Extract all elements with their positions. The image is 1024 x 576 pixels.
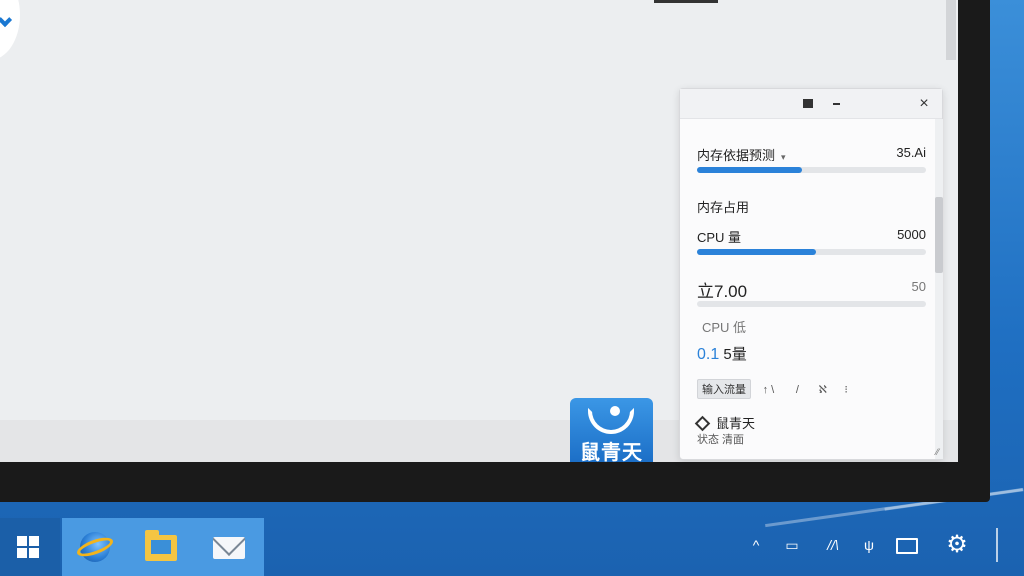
mail-taskbar-button[interactable]	[210, 528, 248, 566]
app-status-row: 状态 清面	[697, 431, 926, 447]
resource-monitor-panel: × 内存依据预测 ▾ 35.Ai 内存占用 CPU 量 5000 立7.00 5…	[679, 88, 943, 460]
pin-icon	[803, 99, 813, 108]
input-traffic-chip[interactable]: 输入流量	[697, 379, 751, 399]
cpu-label: CPU 量	[697, 230, 742, 245]
cpu-reading-row: 0.1 5量	[697, 343, 926, 365]
folder-doc-icon	[151, 540, 171, 554]
traffic-row: 输入流量 ↑ \ / ℵ ⁝	[697, 379, 926, 399]
action-center-icon	[896, 538, 918, 555]
memory-limit-row[interactable]: 内存依据预测 ▾ 35.Ai	[697, 145, 926, 163]
dropdown-caret-icon[interactable]: ▾	[781, 152, 786, 162]
cpu-reading-number: 0.1	[697, 346, 720, 363]
wifi-icon: ψ	[864, 537, 874, 553]
slash-icon: /	[795, 384, 799, 396]
cpu-sub-row: CPU 低	[697, 317, 926, 335]
memory-usage-label: 内存占用	[697, 200, 750, 215]
cpu-row: CPU 量 5000	[697, 227, 926, 245]
battery-tray-button[interactable]: ▭	[780, 530, 804, 560]
stat-right-value: 50	[911, 279, 926, 294]
show-desktop-button[interactable]	[996, 528, 998, 562]
cpu-bar-fill	[697, 249, 817, 255]
battery-icon: ▭	[785, 537, 799, 553]
check-icon	[0, 12, 13, 28]
diamond-icon	[694, 415, 711, 432]
mail-icon	[213, 537, 245, 559]
app-tile-label: 鼠青天	[580, 442, 643, 462]
cpu-value: 5000	[897, 227, 926, 242]
file-explorer-taskbar-button[interactable]	[142, 528, 180, 566]
taskbar: ^ ▭ //\ ψ ⚙	[0, 516, 1004, 576]
action-center-button[interactable]	[892, 530, 922, 560]
app-window-frame: 鼠青天 × 内存依据预测 ▾ 35.Ai 内存占用 CPU 量 5000 立7.…	[0, 0, 990, 502]
memory-limit-label: 内存依据预测	[697, 148, 776, 163]
memory-limit-value: 35.Ai	[896, 145, 926, 160]
logo-dot	[610, 406, 620, 416]
cpu-reading-unit: 5量	[723, 346, 747, 363]
app-canvas: 鼠青天 × 内存依据预测 ▾ 35.Ai 内存占用 CPU 量 5000 立7.…	[0, 0, 958, 462]
top-tab-indicator	[654, 0, 718, 3]
minimize-button[interactable]	[828, 96, 844, 112]
minimize-icon	[832, 103, 840, 105]
app-info-row[interactable]: 鼠青天	[694, 413, 926, 432]
close-button[interactable]: ×	[916, 96, 932, 112]
pin-button[interactable]	[800, 96, 816, 112]
browser-taskbar-button[interactable]	[74, 528, 116, 566]
gear-icon: ⚙	[946, 531, 968, 558]
network-icon: //\	[827, 537, 839, 553]
settings-button[interactable]: ⚙	[940, 530, 974, 560]
show-hidden-icons-button[interactable]: ^	[744, 530, 768, 560]
app-tile[interactable]: 鼠青天	[570, 398, 653, 462]
panel-scroll-track[interactable]	[935, 119, 943, 459]
up-arrow-icon: ↑ \	[762, 384, 775, 396]
more-icon: ⁝	[844, 384, 848, 396]
stat-bar	[697, 301, 926, 307]
memory-usage-row: 内存占用	[697, 197, 926, 215]
cpu-bar	[697, 249, 926, 255]
stat-value: 立7.00	[697, 282, 748, 301]
panel-titlebar[interactable]: ×	[680, 89, 942, 119]
app-name: 鼠青天	[716, 416, 756, 431]
windows-logo-icon	[17, 536, 39, 558]
resize-grip-icon[interactable]: ⁄⁄	[936, 447, 939, 457]
memory-limit-bar	[697, 167, 926, 173]
app-status: 状态 清面	[697, 434, 745, 446]
stat-row: 立7.00 50	[697, 277, 926, 301]
wifi-tray-button[interactable]: ψ	[856, 530, 882, 560]
pinned-apps	[62, 518, 264, 576]
panel-scrollbar-thumb[interactable]	[935, 197, 943, 273]
start-button[interactable]	[0, 518, 60, 576]
chevron-up-icon: ^	[752, 537, 760, 553]
network-tray-button[interactable]: //\	[816, 530, 850, 560]
app-logo	[0, 0, 20, 60]
close-icon: ×	[919, 95, 929, 112]
canvas-scrollbar[interactable]	[946, 0, 956, 60]
network-icon: ℵ	[818, 384, 827, 396]
cpu-sub-label: CPU 低	[702, 320, 747, 335]
memory-limit-bar-fill	[697, 167, 803, 173]
